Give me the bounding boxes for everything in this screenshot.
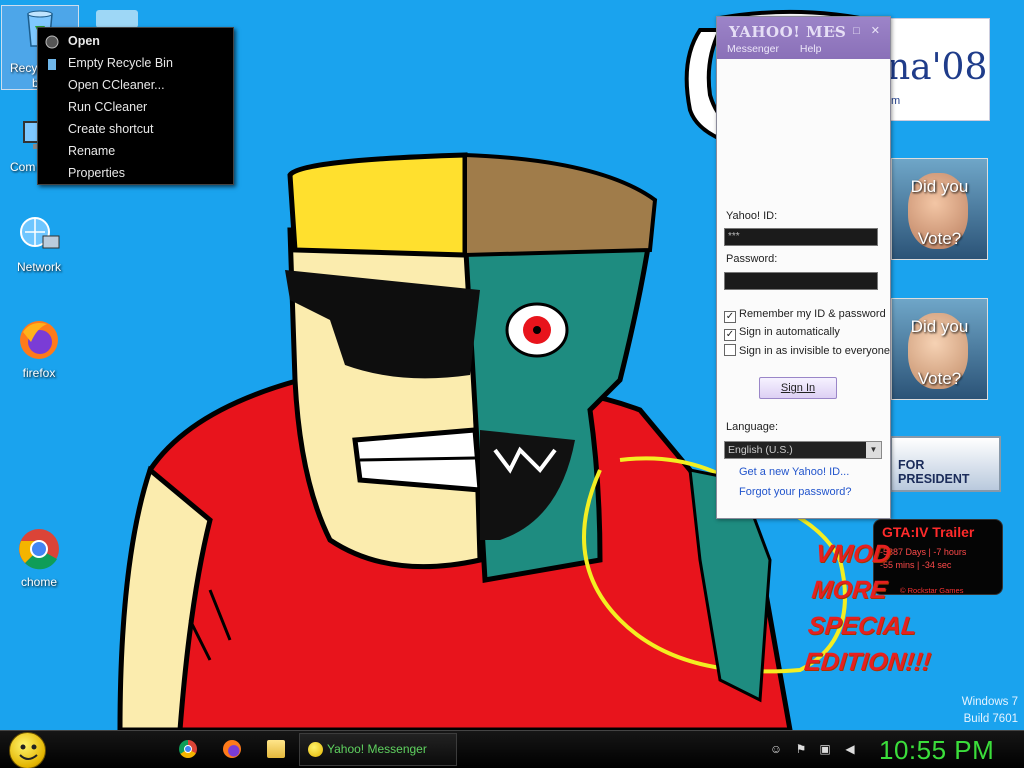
menu-messenger[interactable]: Messenger bbox=[727, 43, 779, 55]
sign-in-auto-checkbox[interactable]: ✓ Sign in automatically bbox=[724, 326, 840, 341]
network-globe-icon bbox=[17, 212, 61, 256]
vote-widget-b[interactable]: Did you Vote? bbox=[891, 298, 988, 400]
windows-version: Windows 7 bbox=[961, 696, 1018, 708]
volume-icon[interactable]: ◀ bbox=[843, 742, 857, 756]
menu-item-empty-recycle-bin[interactable]: Empty Recycle Bin bbox=[38, 52, 233, 74]
vmod-line2: MORE bbox=[810, 576, 889, 604]
remember-id-checkbox[interactable]: ✓ Remember my ID & password bbox=[724, 308, 886, 323]
taskbar-yahoo-messenger-button[interactable]: Yahoo! Messenger bbox=[299, 733, 457, 766]
yahoo-titlebar[interactable]: YAHOO! MES — □ ✕ Messenger Help bbox=[717, 17, 890, 59]
menu-item-open-ccleaner-label: Open CCleaner... bbox=[68, 78, 165, 92]
vmod-line4: EDITION!!! bbox=[802, 648, 933, 676]
yahoo-menubar: Messenger Help bbox=[727, 43, 839, 55]
vote-a-line2: Vote? bbox=[917, 229, 962, 248]
recycle-bin-small-icon bbox=[45, 56, 59, 70]
yahoo-smiley-icon bbox=[308, 742, 323, 757]
language-select[interactable]: English (U.S.) ▼ bbox=[724, 441, 882, 459]
menu-item-create-shortcut-label: Create shortcut bbox=[68, 122, 154, 136]
vmod-line1: VMOD bbox=[814, 540, 893, 568]
yahoo-id-input[interactable]: *** bbox=[724, 228, 878, 246]
forgot-password-link[interactable]: Forgot your password? bbox=[739, 486, 852, 498]
menu-item-run-ccleaner[interactable]: Run CCleaner bbox=[38, 96, 233, 118]
windows-build-watermark: Windows 7 Build 7601 bbox=[962, 694, 1018, 728]
chrome-taskbar-icon[interactable] bbox=[179, 740, 197, 758]
firefox-icon bbox=[17, 318, 61, 362]
wallpaper-hat bbox=[287, 152, 468, 258]
taskbar-task-label: Yahoo! Messenger bbox=[327, 742, 427, 756]
start-button-smiley-icon[interactable] bbox=[9, 732, 46, 768]
menu-help[interactable]: Help bbox=[800, 43, 822, 55]
desktop-icon-firefox[interactable]: firefox bbox=[0, 318, 78, 380]
checkbox-checked-icon: ✓ bbox=[724, 311, 736, 323]
ccleaner-icon bbox=[45, 34, 59, 49]
windows-build: Build 7601 bbox=[963, 713, 1018, 725]
menu-item-rename[interactable]: Rename bbox=[38, 140, 233, 162]
firefox-label: firefox bbox=[22, 366, 56, 380]
sign-in-button[interactable]: Sign In bbox=[759, 377, 837, 399]
desktop-icon-partial[interactable] bbox=[96, 10, 138, 28]
vmod-edition-text: VMOD MORE SPECIAL EDITION!!! bbox=[802, 536, 944, 680]
window-controls[interactable]: — □ ✕ bbox=[831, 24, 884, 37]
recycle-bin-label: Recy bbox=[10, 61, 38, 75]
obama-08-banner[interactable]: na'08 m bbox=[882, 18, 990, 121]
for-president-banner[interactable]: FOR PRESIDENT bbox=[890, 436, 1001, 492]
desktop-icon-network[interactable]: Network bbox=[0, 212, 78, 274]
vote-a-line1: Did you bbox=[910, 177, 969, 196]
menu-item-open-ccleaner[interactable]: Open CCleaner... bbox=[38, 74, 233, 96]
obama-banner-sub: m bbox=[891, 95, 901, 107]
context-menu: Open Empty Recycle Bin Open CCleaner... … bbox=[37, 27, 234, 185]
menu-item-properties-label: Properties bbox=[68, 166, 125, 180]
chevron-down-icon: ▼ bbox=[866, 442, 881, 458]
yahoo-brand: YAHOO! MES bbox=[729, 23, 847, 41]
menu-item-create-shortcut[interactable]: Create shortcut bbox=[38, 118, 233, 140]
for-president-text: FOR PRESIDENT bbox=[898, 458, 970, 486]
messenger-tray-icon[interactable]: ☺ bbox=[769, 742, 783, 756]
sign-in-invisible-label: Sign in as invisible to everyone bbox=[739, 345, 891, 357]
password-label: Password: bbox=[726, 253, 778, 265]
taskbar: Yahoo! Messenger ☺ ⚑ ▣ ◀ 10:55 PM bbox=[0, 730, 1024, 768]
explorer-folder-icon[interactable] bbox=[267, 740, 285, 758]
menu-item-empty-label: Empty Recycle Bin bbox=[68, 56, 173, 70]
checkbox-checked-icon: ✓ bbox=[724, 329, 736, 341]
checkbox-unchecked-icon bbox=[724, 344, 736, 356]
taskbar-clock[interactable]: 10:55 PM bbox=[879, 735, 994, 766]
obama-banner-text: na'08 bbox=[887, 47, 988, 88]
chrome-label: chome bbox=[20, 575, 58, 589]
language-value: English (U.S.) bbox=[728, 444, 793, 456]
chrome-icon bbox=[17, 527, 61, 571]
menu-item-run-ccleaner-label: Run CCleaner bbox=[68, 100, 148, 114]
vote-b-line1: Did you bbox=[910, 317, 969, 336]
get-new-id-link[interactable]: Get a new Yahoo! ID... bbox=[739, 466, 849, 478]
sign-in-invisible-checkbox[interactable]: Sign in as invisible to everyone bbox=[724, 344, 890, 357]
vmod-line3: SPECIAL bbox=[806, 612, 918, 640]
yahoo-id-label: Yahoo! ID: bbox=[726, 210, 778, 222]
language-label: Language: bbox=[726, 421, 778, 433]
menu-item-open[interactable]: Open bbox=[38, 30, 233, 52]
password-input[interactable] bbox=[724, 272, 878, 290]
sign-in-auto-label: Sign in automatically bbox=[739, 326, 840, 338]
vote-widget-a[interactable]: Did you Vote? bbox=[891, 158, 988, 260]
remember-id-label: Remember my ID & password bbox=[739, 308, 886, 320]
menu-item-properties[interactable]: Properties bbox=[38, 162, 233, 184]
vote-b-line2: Vote? bbox=[917, 369, 962, 388]
desktop-icon-chrome[interactable]: chome bbox=[0, 527, 78, 589]
menu-item-rename-label: Rename bbox=[68, 144, 116, 158]
yahoo-messenger-window: YAHOO! MES — □ ✕ Messenger Help Yahoo! I… bbox=[716, 16, 891, 519]
network-label: Network bbox=[16, 260, 61, 274]
menu-item-open-label: Open bbox=[68, 34, 100, 48]
firefox-taskbar-icon[interactable] bbox=[223, 740, 241, 758]
action-center-icon[interactable]: ⚑ bbox=[794, 742, 808, 756]
network-icon[interactable]: ▣ bbox=[818, 742, 832, 756]
